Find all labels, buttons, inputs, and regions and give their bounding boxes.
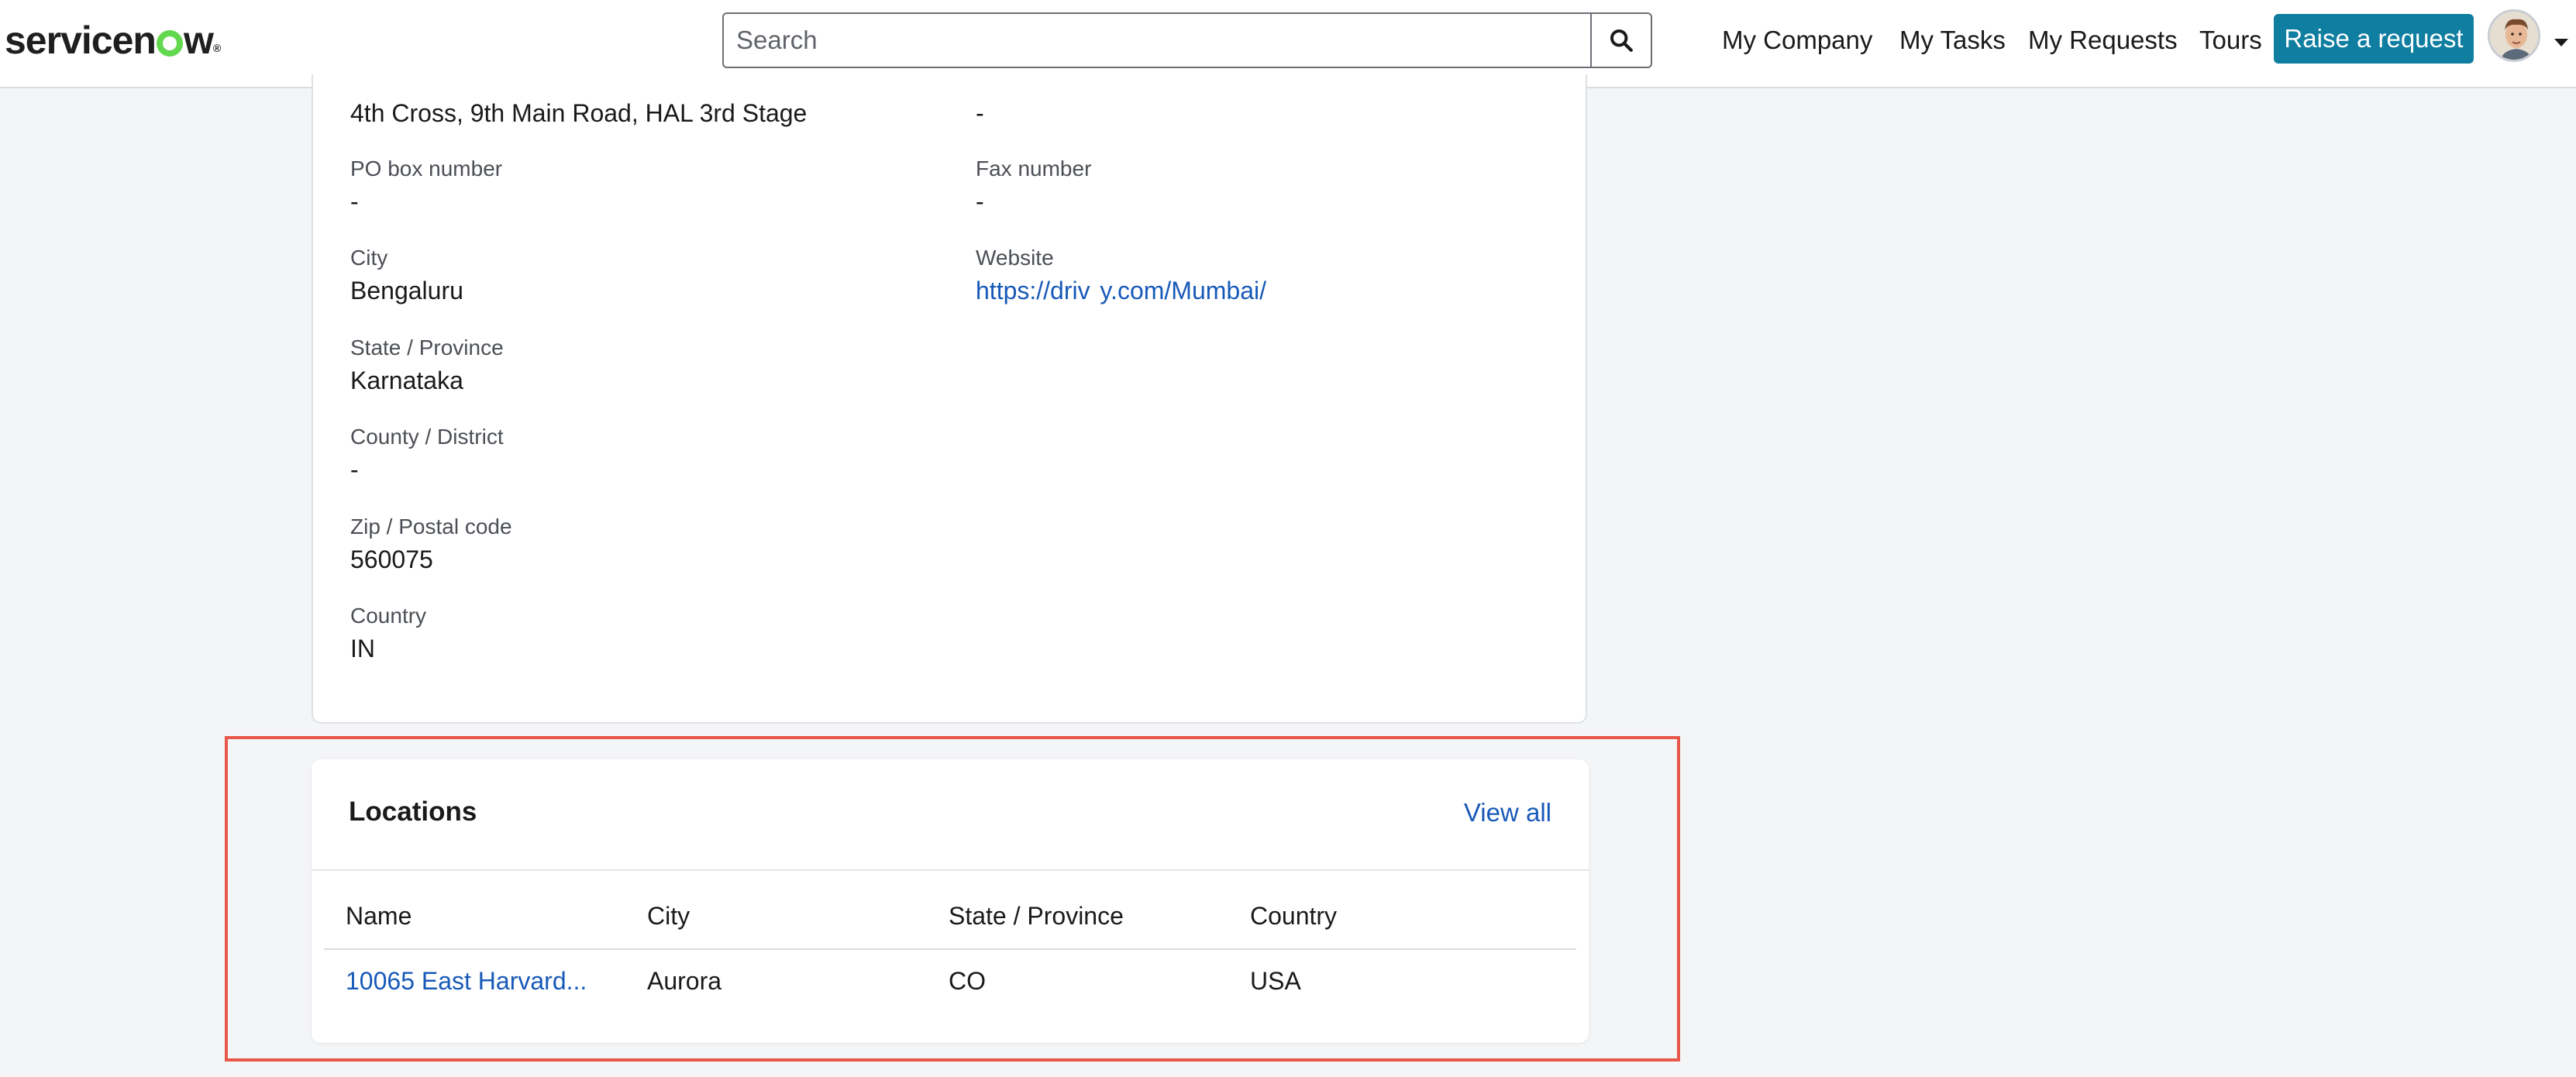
county-label: County / District [350, 425, 504, 449]
search-icon [1610, 29, 1633, 52]
location-state: CO [949, 967, 986, 995]
servicenow-logo[interactable]: servicen w® [5, 15, 221, 65]
column-header-country[interactable]: Country [1250, 902, 1337, 931]
zip-label: Zip / Postal code [350, 514, 512, 538]
po-box-value: - [350, 188, 359, 215]
search-button[interactable] [1590, 14, 1651, 67]
location-country: USA [1250, 967, 1301, 995]
avatar[interactable] [2488, 9, 2540, 62]
website-label: Website [976, 246, 1054, 270]
fax-label: Fax number [976, 157, 1092, 181]
nav-tours[interactable]: Tours [2199, 17, 2262, 64]
chevron-down-icon[interactable] [2554, 39, 2568, 46]
nav-my-requests[interactable]: My Requests [2028, 17, 2178, 64]
po-box-label: PO box number [350, 157, 503, 181]
zip-value: 560075 [350, 545, 433, 573]
state-value: Karnataka [350, 366, 463, 394]
view-all-link[interactable]: View all [1464, 798, 1551, 828]
nav-my-company[interactable]: My Company [1722, 17, 1872, 64]
city-label: City [350, 246, 388, 270]
column-header-city[interactable]: City [647, 902, 690, 931]
nav-my-tasks[interactable]: My Tasks [1899, 17, 2006, 64]
city-value: Bengaluru [350, 277, 463, 305]
locations-title: Locations [349, 797, 477, 827]
column-header-name[interactable]: Name [346, 902, 412, 931]
state-label: State / Province [350, 335, 504, 360]
locations-card: Locations View all Name City State / Pro… [312, 759, 1589, 1043]
address-details-card: 4th Cross, 9th Main Road, HAL 3rd Stage … [312, 74, 1587, 724]
country-label: Country [350, 604, 427, 628]
search-input[interactable] [724, 14, 1590, 67]
country-value: IN [350, 635, 375, 662]
right-top-value: - [976, 99, 984, 127]
county-value: - [350, 456, 359, 483]
website-link[interactable]: https://driv y.com/Mumbai/ [976, 277, 1266, 305]
card-divider [312, 869, 1589, 871]
column-header-state[interactable]: State / Province [949, 902, 1124, 931]
location-name-link[interactable]: 10065 East Harvard... [346, 967, 587, 996]
search-bar [722, 12, 1652, 68]
header-divider [324, 948, 1576, 950]
fax-value: - [976, 188, 984, 215]
street-value: 4th Cross, 9th Main Road, HAL 3rd Stage [350, 99, 808, 127]
location-city: Aurora [647, 967, 722, 995]
raise-request-button[interactable]: Raise a request [2274, 14, 2474, 64]
user-avatar-icon [2490, 12, 2538, 60]
